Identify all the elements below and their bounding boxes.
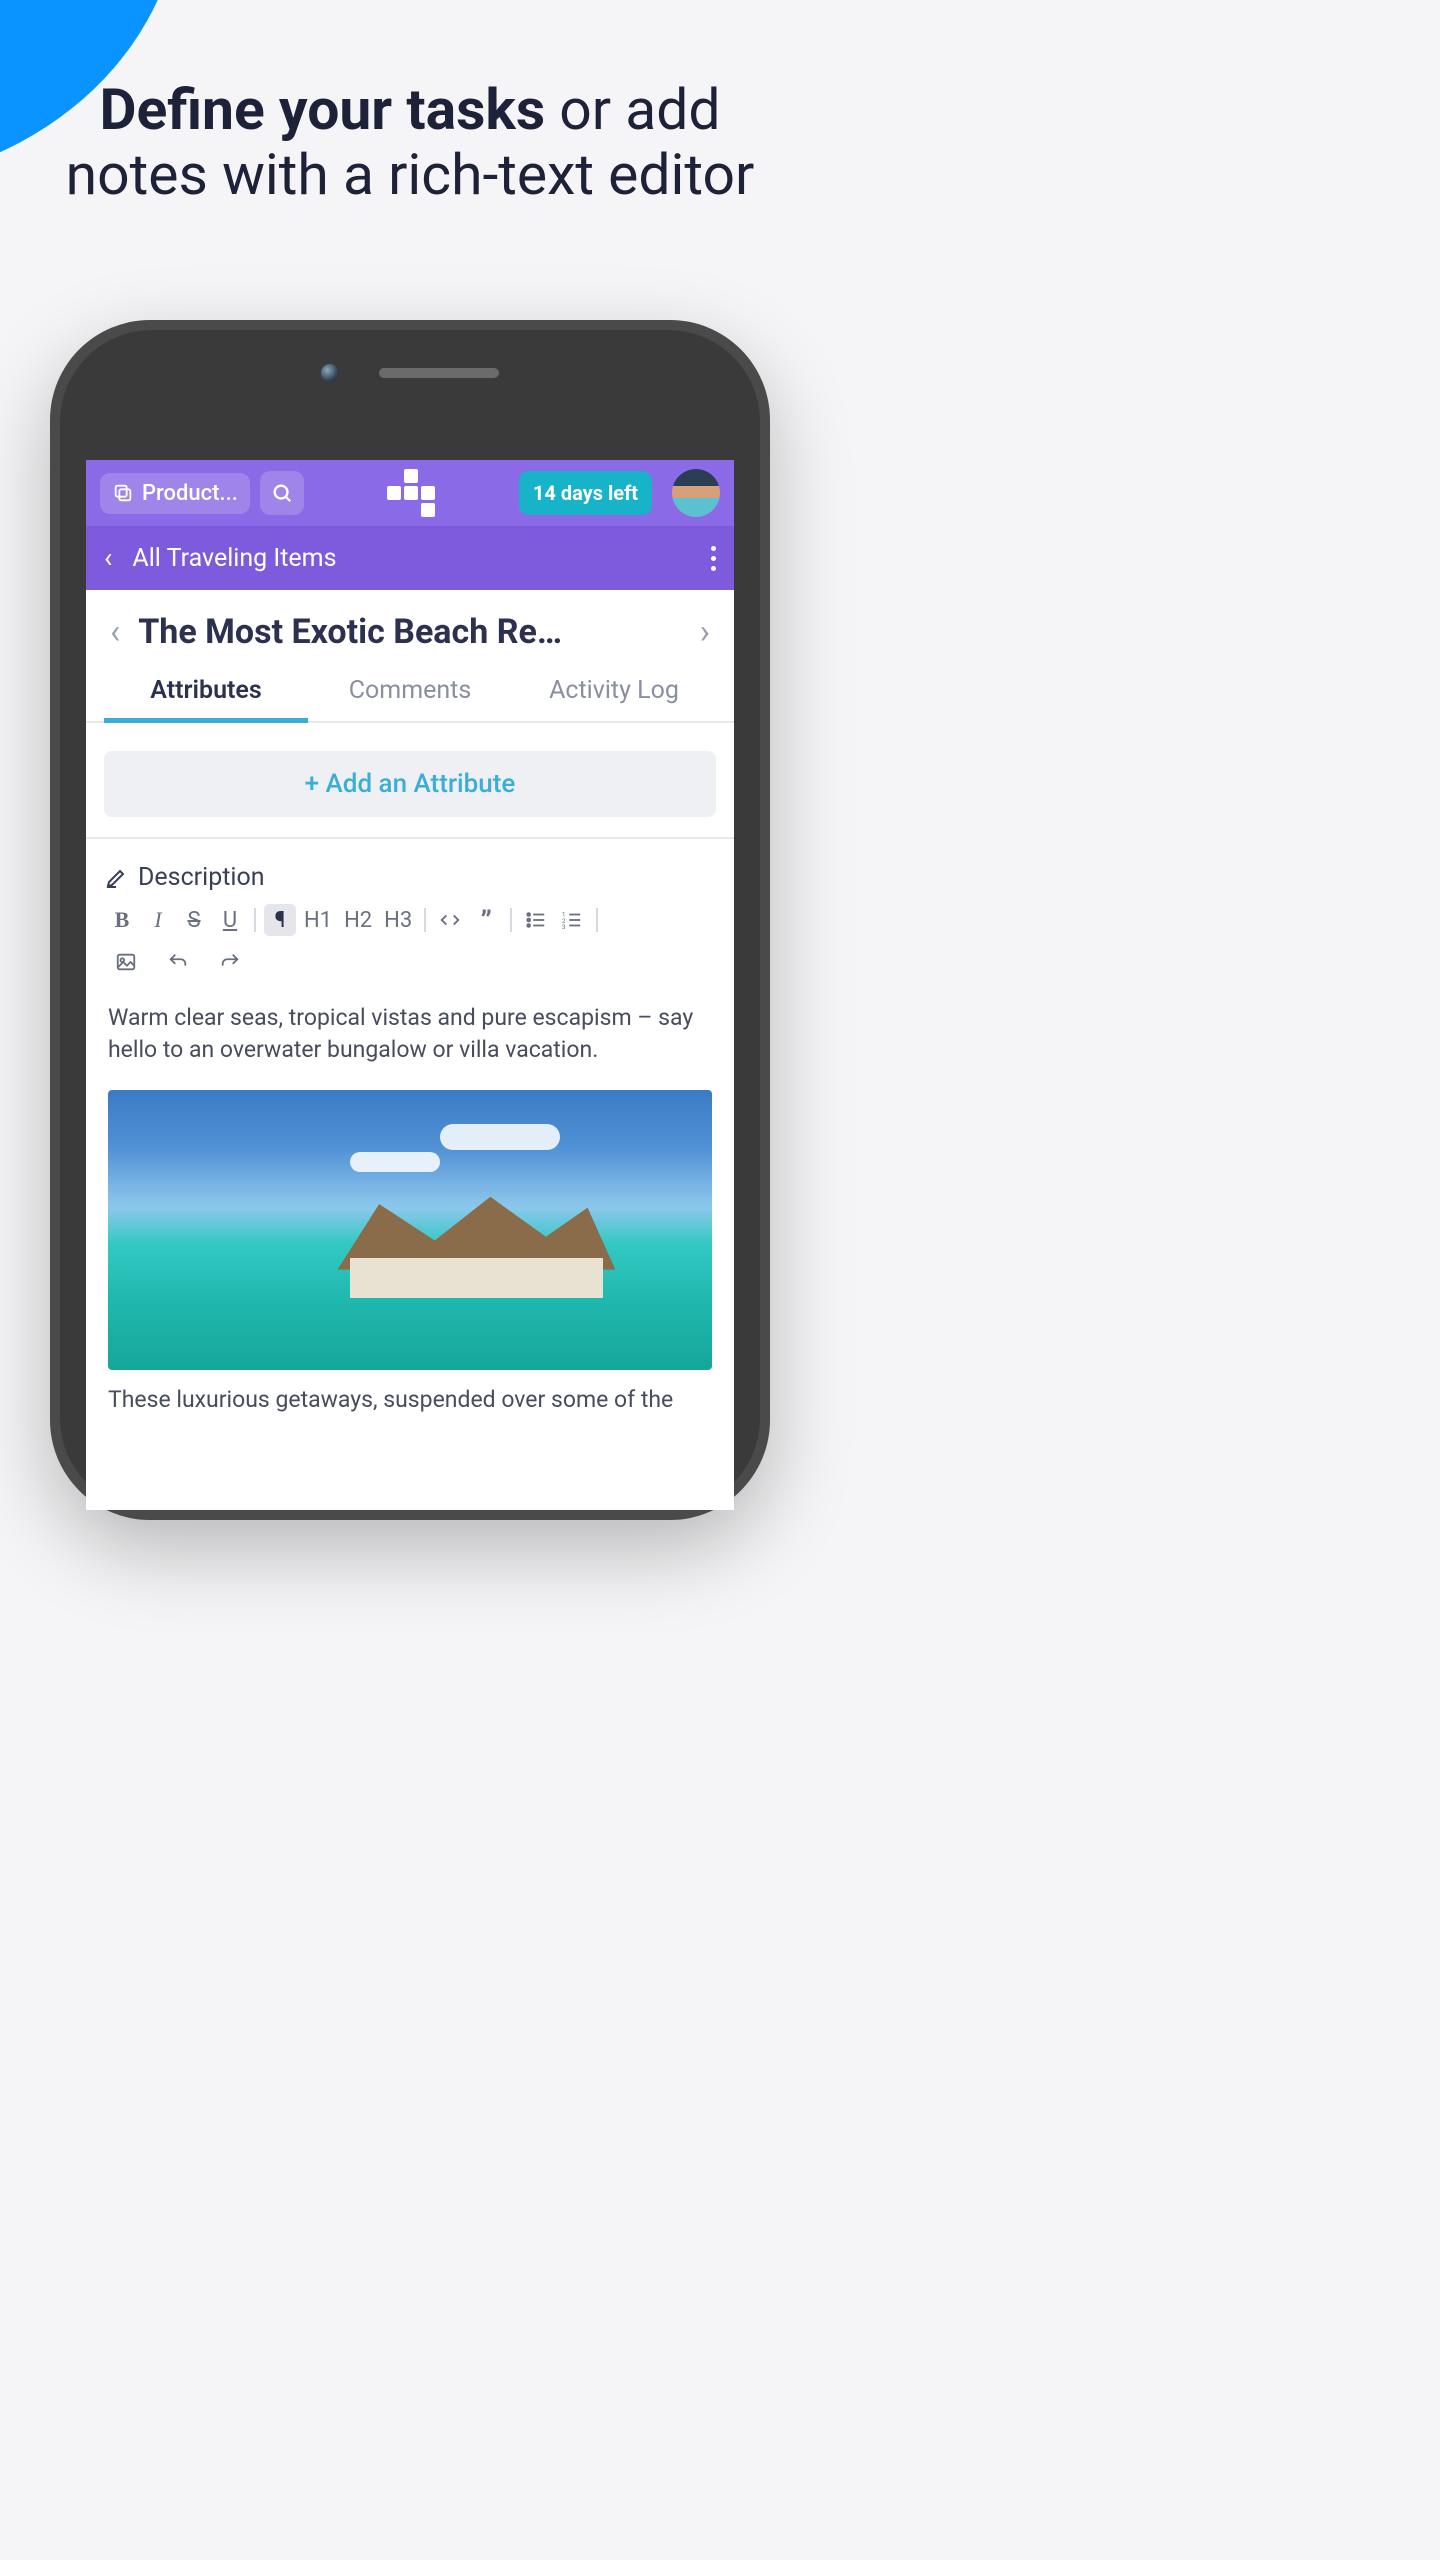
headline-bold: Define your tasks bbox=[99, 76, 545, 143]
h2-button[interactable]: H2 bbox=[340, 904, 376, 936]
h3-button[interactable]: H3 bbox=[380, 904, 416, 936]
marketing-headline: Define your tasks or add notes with a ri… bbox=[0, 78, 820, 208]
project-label: Product... bbox=[142, 481, 238, 506]
cloud-shape bbox=[350, 1152, 440, 1172]
svg-text:3: 3 bbox=[562, 923, 566, 931]
search-icon bbox=[271, 482, 293, 504]
toolbar-separator bbox=[424, 908, 426, 932]
ordered-list-icon: 123 bbox=[561, 909, 583, 931]
phone-frame: Product... 14 days left ‹ All Traveling … bbox=[50, 320, 770, 1520]
redo-button[interactable] bbox=[214, 946, 246, 978]
tab-bar: Attributes Comments Activity Log bbox=[86, 666, 734, 723]
paragraph-button[interactable]: ¶ bbox=[264, 904, 296, 936]
image-icon bbox=[115, 951, 137, 973]
item-title: The Most Exotic Beach Re… bbox=[138, 612, 682, 652]
cloud-shape bbox=[440, 1124, 560, 1150]
tab-attributes[interactable]: Attributes bbox=[104, 666, 308, 721]
trial-badge[interactable]: 14 days left bbox=[519, 471, 652, 515]
prev-item-button[interactable]: ‹ bbox=[104, 615, 126, 649]
copy-icon bbox=[112, 482, 134, 504]
app-screen: Product... 14 days left ‹ All Traveling … bbox=[86, 460, 734, 1510]
toolbar-separator bbox=[510, 908, 512, 932]
phone-notch bbox=[321, 364, 499, 382]
villa-body-shape bbox=[350, 1258, 604, 1297]
description-image[interactable] bbox=[108, 1090, 712, 1370]
toolbar-separator bbox=[596, 908, 598, 932]
project-selector[interactable]: Product... bbox=[100, 473, 250, 514]
tab-activity[interactable]: Activity Log bbox=[512, 666, 716, 721]
h1-button[interactable]: H1 bbox=[300, 904, 336, 936]
image-button[interactable] bbox=[110, 946, 142, 978]
sub-bar: ‹ All Traveling Items bbox=[86, 526, 734, 590]
more-menu-button[interactable] bbox=[711, 546, 716, 571]
description-body-2[interactable]: These luxurious getaways, suspended over… bbox=[86, 1370, 734, 1428]
phone-speaker bbox=[379, 368, 499, 378]
bullet-list-button[interactable] bbox=[520, 904, 552, 936]
phone-camera bbox=[321, 364, 339, 382]
ordered-list-button[interactable]: 123 bbox=[556, 904, 588, 936]
bullet-list-icon bbox=[525, 909, 547, 931]
collection-title[interactable]: All Traveling Items bbox=[132, 544, 336, 573]
toolbar-separator bbox=[254, 908, 256, 932]
item-title-row: ‹ The Most Exotic Beach Re… › bbox=[86, 590, 734, 666]
undo-icon bbox=[167, 951, 189, 973]
add-attribute-button[interactable]: + Add an Attribute bbox=[104, 751, 716, 817]
editor-toolbar: B I S U ¶ H1 H2 H3 ” 123 bbox=[86, 904, 734, 946]
code-button[interactable] bbox=[434, 904, 466, 936]
code-icon bbox=[439, 909, 461, 931]
phone-inner: Product... 14 days left ‹ All Traveling … bbox=[60, 330, 760, 1510]
app-logo bbox=[314, 469, 509, 517]
quote-button[interactable]: ” bbox=[470, 904, 502, 936]
avatar[interactable] bbox=[672, 469, 720, 517]
next-item-button[interactable]: › bbox=[694, 615, 716, 649]
undo-button[interactable] bbox=[162, 946, 194, 978]
tab-comments[interactable]: Comments bbox=[308, 666, 512, 721]
bold-button[interactable]: B bbox=[106, 904, 138, 936]
italic-button[interactable]: I bbox=[142, 904, 174, 936]
logo-mark bbox=[387, 469, 435, 517]
top-bar: Product... 14 days left bbox=[86, 460, 734, 526]
edit-icon bbox=[104, 866, 128, 890]
description-label-row: Description bbox=[86, 839, 734, 904]
search-button[interactable] bbox=[260, 471, 304, 515]
back-button[interactable]: ‹ bbox=[104, 544, 112, 572]
description-label: Description bbox=[138, 863, 265, 892]
editor-toolbar-row2 bbox=[86, 946, 734, 988]
underline-button[interactable]: U bbox=[214, 904, 246, 936]
redo-icon bbox=[219, 951, 241, 973]
strikethrough-button[interactable]: S bbox=[178, 904, 210, 936]
description-body-1[interactable]: Warm clear seas, tropical vistas and pur… bbox=[86, 988, 734, 1078]
